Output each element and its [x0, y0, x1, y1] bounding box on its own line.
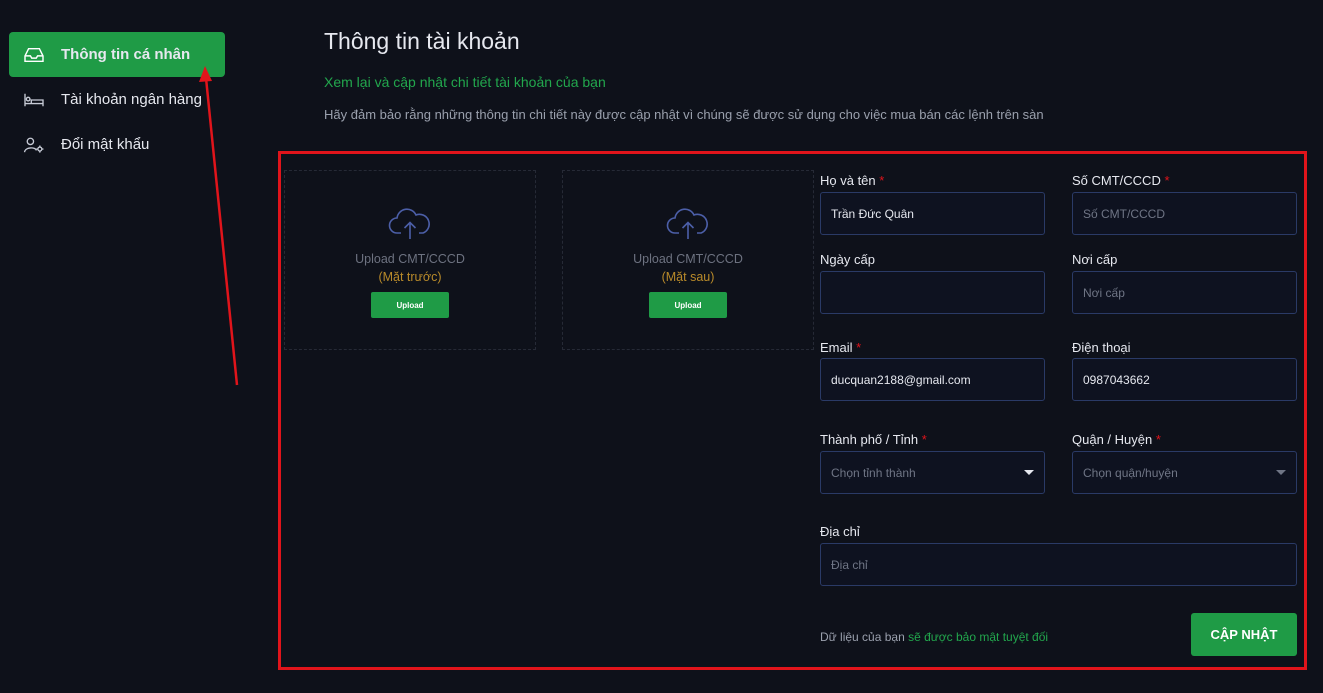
inbox-icon	[23, 45, 47, 65]
sidebar-item-change-password[interactable]: Đổi mật khẩu	[9, 122, 225, 167]
sidebar-item-personal-info[interactable]: Thông tin cá nhân	[9, 32, 225, 77]
user-gear-icon	[23, 135, 47, 155]
page-title: Thông tin tài khoản	[324, 28, 520, 54]
sidebar-item-label: Tài khoản ngân hàng	[61, 91, 202, 108]
page-subtitle: Xem lại và cập nhật chi tiết tài khoản c…	[324, 74, 606, 90]
highlight-annotation-box	[278, 151, 1307, 670]
sidebar-item-label: Đổi mật khẩu	[61, 136, 150, 153]
sidebar-item-label: Thông tin cá nhân	[61, 46, 191, 63]
sidebar: Thông tin cá nhân Tài khoản ngân hàng Đổ…	[0, 0, 234, 693]
bed-icon	[23, 90, 47, 110]
page-description: Hãy đảm bảo rằng những thông tin chi tiế…	[324, 107, 1044, 122]
sidebar-item-bank-account[interactable]: Tài khoản ngân hàng	[9, 77, 225, 122]
